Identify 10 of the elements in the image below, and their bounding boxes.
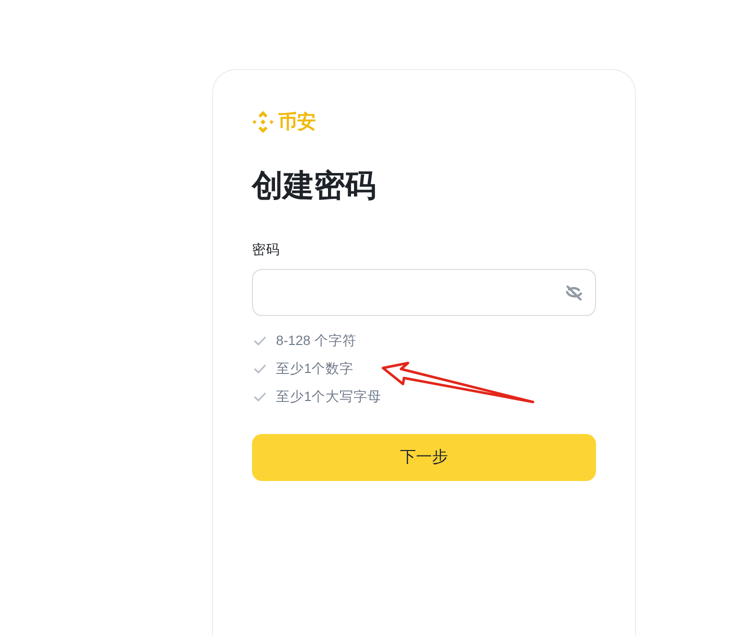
requirement-text: 至少1个大写字母	[276, 388, 382, 406]
requirement-text: 至少1个数字	[276, 360, 354, 378]
field-label: 密码	[252, 241, 280, 259]
password-field[interactable]	[252, 269, 596, 316]
logo-text: 币安	[278, 112, 316, 132]
diamond-logo-icon	[252, 111, 274, 133]
requirement-text: 8-128 个字符	[276, 332, 356, 350]
page-title: 创建密码	[252, 167, 377, 205]
eye-slash-icon[interactable]	[565, 284, 583, 302]
next-button[interactable]: 下一步	[252, 434, 596, 481]
